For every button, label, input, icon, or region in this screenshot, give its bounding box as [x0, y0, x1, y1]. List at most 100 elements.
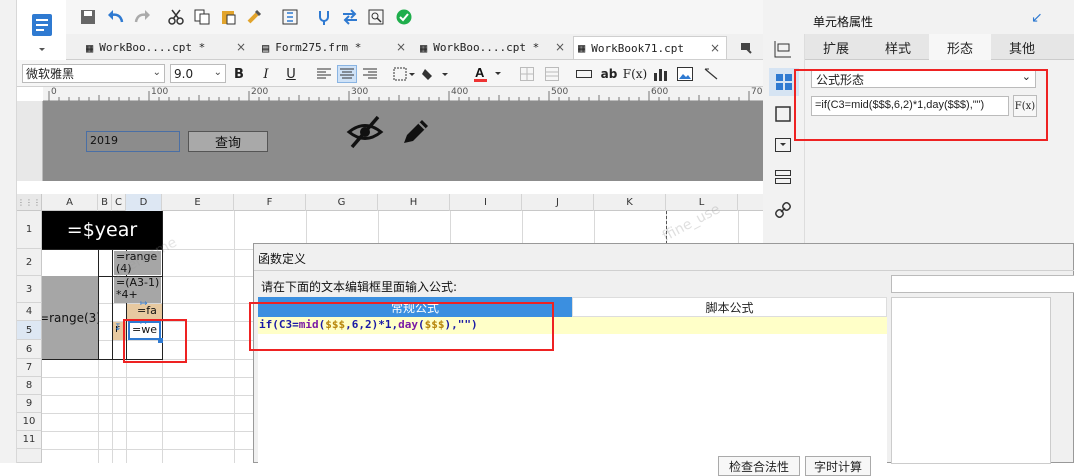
copy-icon[interactable] [192, 7, 212, 27]
realtime-calc-button[interactable]: 字时计算 [805, 456, 871, 476]
chart-icon[interactable] [651, 65, 669, 83]
bold-button[interactable]: B [231, 65, 247, 83]
cell-a3[interactable]: =range(3) [42, 276, 98, 359]
function-list-box[interactable] [891, 297, 1051, 464]
search-preview-icon[interactable] [366, 7, 386, 27]
column-header[interactable]: J [522, 194, 594, 211]
row-header[interactable]: 2 [17, 249, 42, 276]
split-icon[interactable] [543, 65, 561, 83]
column-header[interactable]: D [126, 194, 162, 211]
query-button[interactable]: 查询 [188, 131, 268, 152]
formula-input[interactable]: =if(C3=mid($$$,6,2)*1,day($$$),"") [811, 96, 1009, 116]
formula-fx-button[interactable]: F(x) [1013, 95, 1037, 117]
cell-element-icon[interactable] [774, 40, 792, 61]
image-icon[interactable] [675, 65, 695, 83]
fill-handle[interactable] [158, 338, 163, 343]
paste-icon[interactable] [218, 7, 238, 27]
cut-icon[interactable] [166, 7, 186, 27]
cell-attribute-icon[interactable] [769, 68, 799, 96]
tab-other[interactable]: 其他 [991, 34, 1053, 60]
dropdown-widget-icon[interactable] [775, 138, 791, 155]
cell-d3[interactable]: =(A3-1)*4+ [114, 277, 161, 303]
list-widget-icon[interactable] [775, 170, 791, 187]
tab-regular-formula[interactable]: 常规公式 [258, 297, 572, 317]
function-search-input[interactable] [891, 275, 1074, 293]
row-header[interactable]: 7 [17, 359, 42, 377]
column-header[interactable]: H [378, 194, 450, 211]
row-header[interactable]: 5 [17, 321, 42, 340]
column-header[interactable]: A [42, 194, 98, 211]
edit-pencil-icon[interactable] [398, 115, 432, 152]
column-header[interactable]: B [98, 194, 112, 211]
align-center-icon[interactable] [337, 65, 357, 83]
vertical-ruler [17, 101, 43, 181]
chevron-down-icon: ⌄ [1021, 70, 1031, 83]
grid-icon: ▦ [578, 41, 586, 55]
column-header[interactable]: E [162, 194, 234, 211]
text-label-button[interactable]: ab [599, 65, 619, 83]
fx-button[interactable]: F(x) [623, 65, 647, 83]
check-syntax-button[interactable]: 检查合法性 [718, 456, 800, 476]
align-left-icon[interactable] [315, 65, 333, 83]
tab-form275[interactable]: ▤ Form275.frm * × [258, 36, 412, 59]
column-header[interactable]: F [234, 194, 306, 211]
column-header[interactable]: G [306, 194, 378, 211]
formula-editor[interactable]: if(C3=mid($$$,6,2)*1,day($$$),"") [258, 317, 887, 464]
border-setting-icon[interactable] [775, 106, 791, 125]
tab-list-icon[interactable] [736, 37, 756, 57]
align-right-icon[interactable] [361, 65, 379, 83]
row-header[interactable] [17, 449, 42, 463]
italic-button[interactable]: I [258, 65, 274, 83]
fill-color-icon[interactable] [421, 65, 451, 83]
row-header[interactable]: 11 [17, 431, 42, 449]
row-header[interactable]: 8 [17, 377, 42, 395]
undo-icon[interactable] [106, 7, 126, 27]
row-header[interactable]: 3 [17, 276, 42, 303]
eye-hidden-icon[interactable] [346, 115, 384, 152]
redo-icon[interactable] [132, 7, 152, 27]
tab-form[interactable]: 形态 [929, 34, 991, 60]
close-icon[interactable]: × [236, 40, 246, 54]
check-icon[interactable] [394, 7, 414, 27]
close-icon[interactable]: × [710, 41, 720, 55]
tab-workbook71[interactable]: ▦ WorkBook71.cpt × [573, 36, 727, 59]
connect-icon[interactable] [314, 7, 334, 27]
row-header[interactable]: 4 [17, 303, 42, 321]
year-title-cell[interactable]: =$year [42, 211, 162, 249]
chevron-down-icon: ⌄ [213, 67, 222, 78]
tab-workbook-1[interactable]: ▦ WorkBoo....cpt * × [82, 36, 252, 59]
font-color-icon[interactable]: A [472, 65, 506, 83]
row-header[interactable]: 10 [17, 413, 42, 431]
slash-icon[interactable] [701, 65, 721, 83]
column-header[interactable]: C [112, 194, 126, 211]
tab-script-formula[interactable]: 脚本公式 [572, 297, 887, 317]
underline-button[interactable]: U [283, 65, 299, 83]
row-header[interactable]: 6 [17, 340, 42, 359]
left-side-pane [0, 0, 17, 463]
tab-style[interactable]: 样式 [867, 34, 929, 60]
border-icon[interactable] [391, 65, 417, 83]
column-header[interactable]: I [450, 194, 522, 211]
row-header[interactable]: 9 [17, 395, 42, 413]
form-type-select[interactable]: 公式形态 ⌄ [811, 69, 1036, 88]
link-icon[interactable] [775, 202, 791, 221]
grid-corner[interactable]: ⋮⋮⋮ [17, 194, 42, 211]
font-family-select[interactable]: 微软雅黑 ⌄ [22, 64, 165, 83]
collapse-arrow-icon[interactable]: ↙ [1031, 10, 1043, 26]
swap-icon[interactable] [340, 7, 360, 27]
format-painter-icon[interactable] [244, 7, 264, 27]
tab-expand[interactable]: 扩展 [805, 34, 867, 60]
font-size-select[interactable]: 9.0 ⌄ [170, 64, 226, 83]
input-field-icon[interactable] [575, 65, 593, 83]
column-header[interactable]: K [594, 194, 666, 211]
format-toolbar: 微软雅黑 ⌄ 9.0 ⌄ B I U A ab F(x) [17, 60, 763, 87]
row-header[interactable]: 1 [17, 211, 42, 249]
app-logo-icon[interactable] [22, 10, 62, 54]
tab-workbook-2[interactable]: ▦ WorkBoo....cpt * × [416, 36, 571, 59]
save-icon[interactable] [78, 7, 98, 27]
close-icon[interactable]: × [555, 40, 565, 54]
merge-icon[interactable] [518, 65, 536, 83]
close-icon[interactable]: × [396, 40, 406, 54]
data-preview-icon[interactable] [280, 7, 300, 27]
year-input[interactable]: 2019 [86, 131, 180, 152]
